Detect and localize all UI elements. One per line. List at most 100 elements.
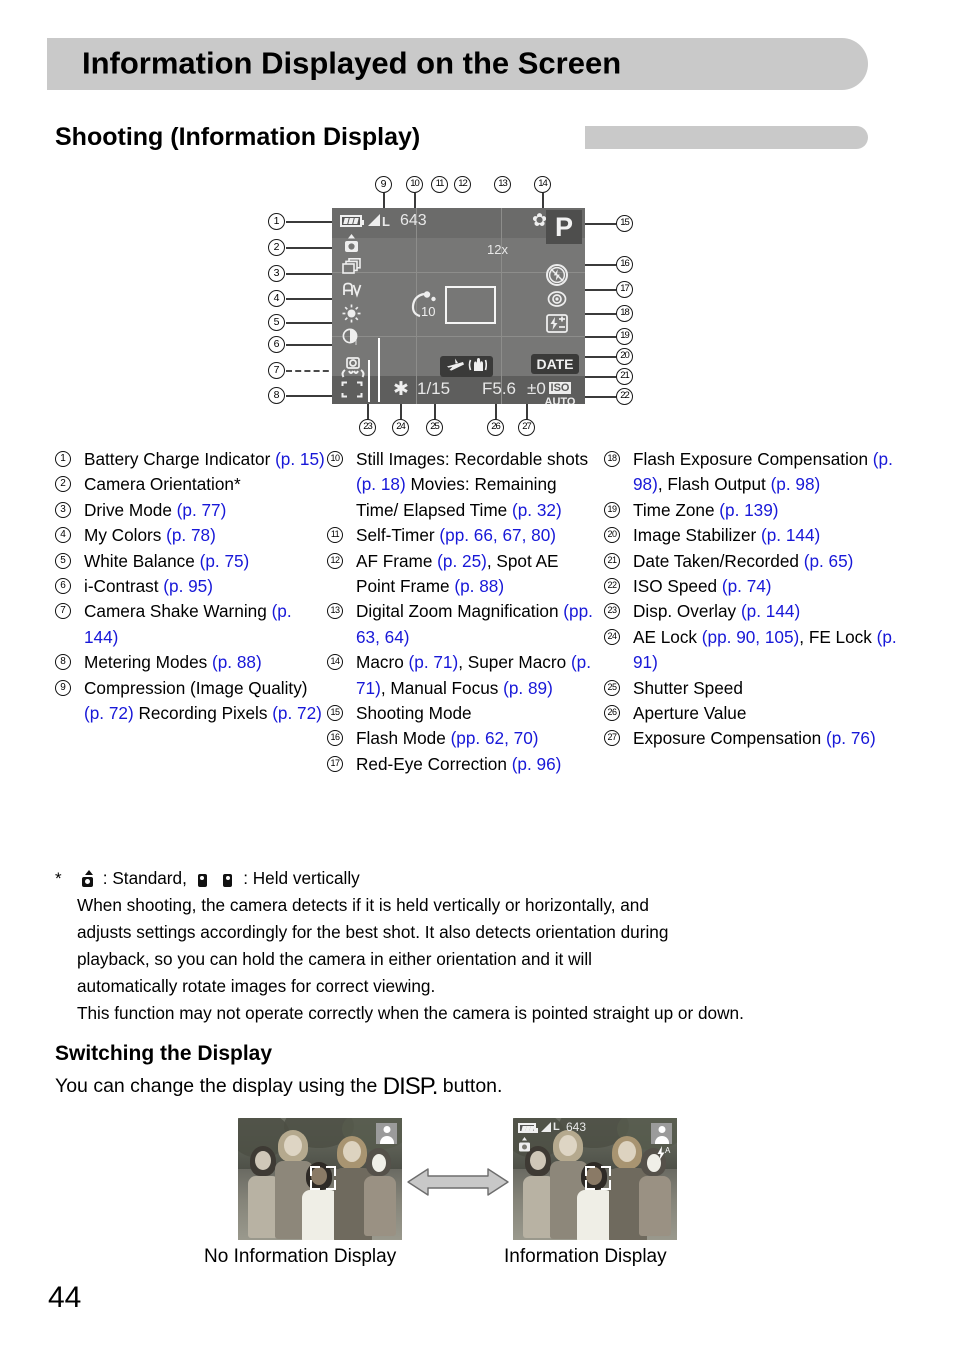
legend-label: Still Images: Recordable shots xyxy=(356,449,589,469)
legend-item-13: 13 Digital Zoom Magnification (pp. 63, 64… xyxy=(327,599,599,650)
camera-orientation-icon-overlay xyxy=(518,1137,531,1156)
af-frame xyxy=(445,286,496,324)
legend-label: Macro xyxy=(356,652,409,673)
footnote-legend-line: : Standard, : Held vertically xyxy=(77,865,915,892)
legend-item-2: 2 Camera Orientation* xyxy=(55,472,327,497)
legend-label: ISO Speed xyxy=(633,576,722,597)
legend-number-13: 13 xyxy=(327,603,343,620)
legend-label: Flash Exposure Compensation xyxy=(633,449,873,469)
footnote-line-1: When shooting, the camera detects if it … xyxy=(77,895,649,915)
camera-shake-warning-icon xyxy=(340,356,366,381)
page-reference: (p. 76) xyxy=(826,728,876,749)
leader-line-6 xyxy=(286,344,334,346)
callout-7: 7 xyxy=(268,362,285,379)
iso-value: AUTO xyxy=(544,396,576,404)
callout-13: 13 xyxy=(494,176,511,193)
footnote-vertical-label: : Held vertically xyxy=(243,868,360,888)
legend-label: Aperture Value xyxy=(633,703,747,724)
compression-quality-icon-overlay xyxy=(541,1122,551,1132)
leader-line-1 xyxy=(286,221,334,223)
flash-auto-icon-overlay: A xyxy=(656,1145,673,1165)
callout-14: 14 xyxy=(534,176,551,193)
legend-label: Disp. Overlay xyxy=(633,601,741,622)
legend-label: , Manual Focus xyxy=(380,677,504,698)
leader-line-2 xyxy=(286,247,334,249)
legend-label: Compression (Image Quality) xyxy=(84,677,308,698)
legend-item-14: 14 Macro (p. 71), Super Macro (p. 71), Ma… xyxy=(327,650,599,701)
legend-number-4: 4 xyxy=(55,527,71,544)
drive-mode-icon xyxy=(342,258,361,277)
legend-label: Time Zone xyxy=(633,499,720,520)
thumbnail-caption-left: No Information Display xyxy=(204,1246,397,1267)
callout-6: 6 xyxy=(268,336,285,353)
page-reference: (p. 75) xyxy=(199,550,250,571)
image-stabilizer-icon xyxy=(468,357,488,377)
page-reference: (p. 77) xyxy=(176,499,227,520)
legend-number-25: 25 xyxy=(604,679,620,696)
double-arrow-icon xyxy=(406,1166,510,1198)
legend-number-16: 16 xyxy=(327,730,343,747)
callout-8: 8 xyxy=(268,387,285,404)
legend-number-2: 2 xyxy=(55,476,71,493)
callout-2: 2 xyxy=(268,239,285,256)
page-reference: (p. 72) xyxy=(272,703,322,724)
page-reference: (p. 71) xyxy=(408,652,459,673)
disp-overlay-marker-1 xyxy=(368,360,370,402)
iso-speed-badge: ISO AUTO xyxy=(541,378,579,404)
page-reference: (p. 78) xyxy=(166,525,216,546)
disp-overlay-marker-2 xyxy=(378,338,380,402)
legend-number-18: 18 xyxy=(604,451,620,467)
legend-number-6: 6 xyxy=(55,578,71,595)
page-reference: (p. 88) xyxy=(212,652,262,673)
legend-number-27: 27 xyxy=(604,730,620,747)
legend-number-9: 9 xyxy=(55,679,71,696)
callout-1: 1 xyxy=(268,213,285,230)
thumbnail-information-display: L 643 A xyxy=(513,1118,677,1240)
footnote-standard-label: : Standard, xyxy=(102,868,187,888)
legend-label: Camera Orientation* xyxy=(84,474,241,495)
leader-line-23 xyxy=(367,402,369,419)
legend-number-23: 23 xyxy=(604,603,620,620)
callout-21: 21 xyxy=(616,368,633,385)
legend-item-6: 6 i-Contrast (p. 95) xyxy=(55,574,327,599)
recording-pixels-label-overlay: L xyxy=(553,1121,560,1133)
digital-zoom-value: 12x xyxy=(487,242,508,257)
legend-number-10: 10 xyxy=(327,451,343,467)
svg-text:i: i xyxy=(355,337,357,346)
switching-text-after: button. xyxy=(437,1075,503,1097)
legend-label: , Super Macro xyxy=(458,652,571,673)
leader-line-18 xyxy=(582,313,616,315)
iso-label: ISO xyxy=(548,382,572,394)
leader-line-27 xyxy=(526,402,528,419)
legend-number-15: 15 xyxy=(327,705,343,722)
legend-item-3: 3 Drive Mode (p. 77) xyxy=(55,498,327,523)
legend-number-22: 22 xyxy=(604,578,620,595)
legend-number-1: 1 xyxy=(55,451,71,467)
callout-24: 24 xyxy=(392,419,409,436)
legend-number-21: 21 xyxy=(604,552,620,569)
page-reference: (p. 72) xyxy=(84,703,134,724)
leader-line-22 xyxy=(582,396,616,398)
red-eye-correction-icon xyxy=(547,290,567,311)
leader-line-25 xyxy=(434,402,436,419)
legend-number-12: 12 xyxy=(327,552,343,569)
my-colors-icon xyxy=(341,282,363,302)
orientation-vertical-left-icon xyxy=(195,870,210,887)
leader-line-5 xyxy=(286,322,334,324)
camera-lcd-screen: L 643 12x ✿ P i 10 DATE ISO AUTO ✱ 1/15 … xyxy=(332,208,585,404)
orientation-footnote: * : Standard, : Held vertically When sho… xyxy=(55,865,915,1027)
thumbnail-no-information-display xyxy=(238,1118,402,1240)
page-reference: (p. 98) xyxy=(770,474,821,495)
callout-22: 22 xyxy=(616,388,633,405)
callout-26: 26 xyxy=(487,419,504,436)
recordable-shots-value: 643 xyxy=(400,212,427,229)
metering-mode-icon xyxy=(341,381,363,401)
callout-9: 9 xyxy=(375,176,392,193)
page-reference: (p. 139) xyxy=(719,499,779,520)
legend-label: Image Stabilizer xyxy=(633,525,762,546)
legend-item-4: 4 My Colors (p. 78) xyxy=(55,523,327,548)
white-balance-sun-icon xyxy=(342,304,361,326)
airplane-icon xyxy=(446,357,465,377)
flash-exposure-compensation-icon xyxy=(546,314,568,336)
af-frame-thumbnail-left xyxy=(310,1166,336,1190)
